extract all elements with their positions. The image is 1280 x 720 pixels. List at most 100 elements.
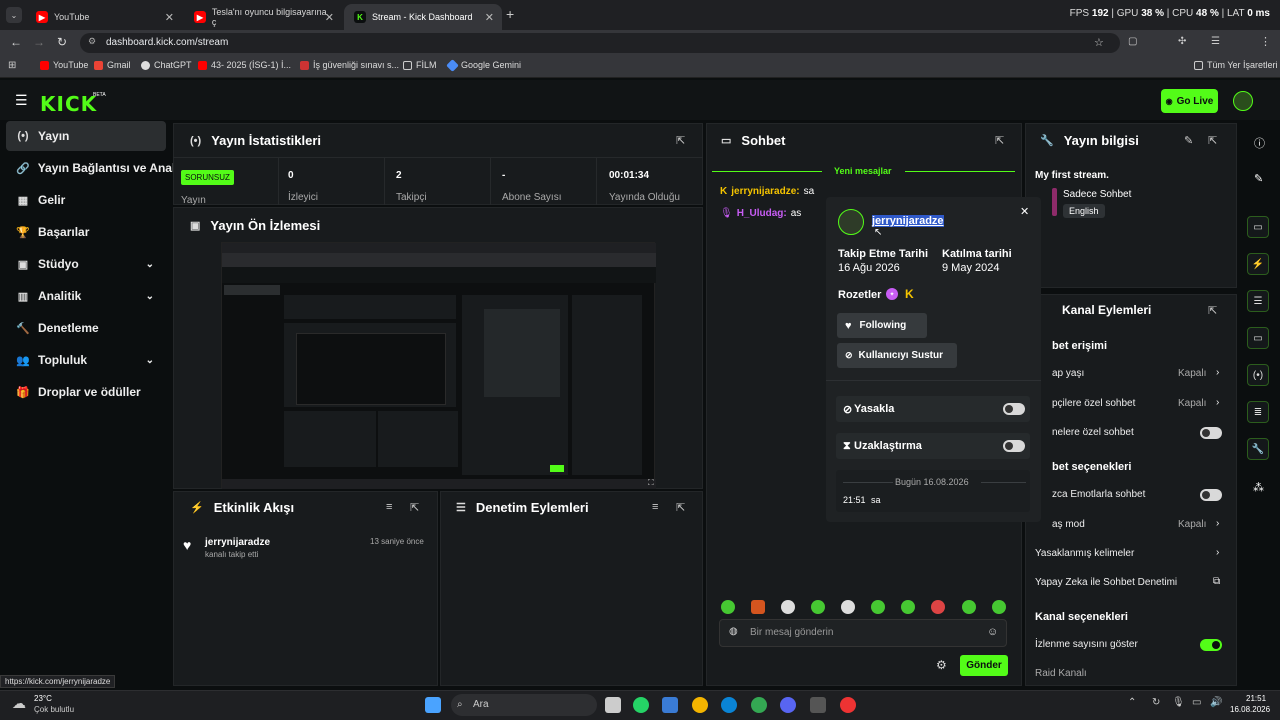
bookmark-youtube[interactable]: YouTube — [40, 60, 88, 70]
layout-icon[interactable]: ▭ — [1247, 216, 1269, 238]
stream-preview-video[interactable] — [221, 242, 656, 489]
timeout-toggle[interactable] — [1003, 440, 1025, 452]
bookmark-is-guvenligi[interactable]: İş güvenliği sınavı s... — [300, 60, 399, 70]
popout-icon[interactable]: ⇱ — [676, 134, 685, 147]
close-icon[interactable]: ✕ — [1020, 205, 1029, 218]
settings-gear-icon[interactable]: ⚙ — [936, 658, 947, 672]
emote-icon[interactable] — [721, 600, 735, 614]
wrench-icon[interactable]: 🔧 — [1247, 438, 1269, 460]
list-icon[interactable]: ☰ — [1247, 290, 1269, 312]
chevron-right-icon[interactable]: › — [1216, 397, 1219, 408]
setting-label[interactable]: ap yaşı — [1052, 368, 1084, 379]
chat-input[interactable]: Bir mesaj gönderin — [719, 619, 1007, 647]
sidebar-item-basarilar[interactable]: 🏆 Başarılar — [6, 217, 166, 247]
chat-username[interactable]: H_Uludag: — [737, 208, 787, 219]
sidebar-item-droplar[interactable]: 🎁 Droplar ve ödüller — [6, 377, 166, 407]
bookmark-chatgpt[interactable]: ChatGPT — [141, 60, 192, 70]
subs-only-toggle[interactable] — [1200, 427, 1222, 439]
chevron-right-icon[interactable]: › — [1216, 547, 1219, 558]
close-icon[interactable]: ✕ — [485, 11, 494, 24]
chat-icon[interactable]: ▭ — [1247, 327, 1269, 349]
edit-icon[interactable]: ✎ — [1184, 134, 1193, 147]
emoji-icon[interactable]: ☺ — [987, 626, 998, 638]
filter-icon[interactable]: ≡ — [652, 501, 658, 513]
new-tab-button[interactable]: + — [506, 6, 514, 22]
chevron-up-icon[interactable]: ⌃ — [1128, 697, 1136, 708]
chrome-icon[interactable] — [692, 697, 708, 713]
sidebar-item-yayin[interactable]: (•) Yayın — [6, 121, 166, 151]
avatar[interactable] — [1233, 91, 1253, 111]
clock-time[interactable]: 21:51 — [1246, 694, 1266, 703]
weather-icon[interactable]: ☁ — [12, 695, 26, 712]
send-button[interactable]: Gönder — [960, 655, 1008, 676]
ban-toggle[interactable] — [1003, 403, 1025, 415]
chat-username[interactable]: jerrynijaradze: — [731, 186, 799, 197]
app-icon[interactable] — [840, 697, 856, 713]
kick-logo[interactable]: KICK — [40, 92, 97, 116]
bookmark-star-icon[interactable]: ☆ — [1094, 36, 1104, 49]
category-text[interactable]: Sadece Sohbet — [1063, 189, 1131, 200]
menu-list-icon[interactable]: ☰ — [1211, 36, 1220, 47]
emote-icon[interactable] — [871, 600, 885, 614]
tab-youtube[interactable]: ▶ YouTube ✕ — [26, 4, 182, 30]
sidebar-item-stream-key[interactable]: 🔗 Yayın Bağlantısı ve Anahtarı — [6, 153, 178, 183]
reload-icon[interactable]: ↻ — [57, 35, 67, 49]
back-icon[interactable]: ← — [10, 35, 22, 49]
pencil-icon[interactable]: ✎ — [1254, 172, 1263, 185]
popout-icon[interactable]: ⇱ — [676, 501, 685, 514]
whatsapp-icon[interactable] — [633, 697, 649, 713]
emote-only-toggle[interactable] — [1200, 489, 1222, 501]
edge-icon[interactable] — [721, 697, 737, 713]
chevron-right-icon[interactable]: › — [1216, 367, 1219, 378]
show-viewers-toggle[interactable] — [1200, 639, 1222, 651]
sidebar-item-analitik[interactable]: ▥ Analitik ⌄ — [6, 281, 166, 311]
clock-date[interactable]: 16.08.2026 — [1230, 705, 1270, 714]
chrome-profile-icon[interactable] — [751, 697, 767, 713]
discord-icon[interactable] — [780, 697, 796, 713]
popout-icon[interactable]: ⇱ — [1208, 304, 1217, 317]
fullscreen-icon[interactable]: ⛶ — [648, 478, 654, 488]
popout-icon[interactable]: ⇱ — [410, 501, 419, 514]
activity-user[interactable]: jerrynijaradze — [205, 537, 270, 548]
emote-icon[interactable] — [811, 600, 825, 614]
sidebar-item-denetleme[interactable]: 🔨 Denetleme — [6, 313, 166, 343]
filter-icon[interactable]: ≡ — [386, 501, 392, 513]
app-icon[interactable] — [810, 697, 826, 713]
sidebar-item-studyo[interactable]: ▣ Stüdyo ⌄ — [6, 249, 166, 279]
file-explorer-icon[interactable] — [662, 697, 678, 713]
broadcast-icon[interactable]: (•) — [1247, 364, 1269, 386]
site-info-icon[interactable]: ⚙ — [88, 36, 96, 47]
puzzle-icon[interactable]: ✣ — [1178, 36, 1186, 47]
apps-icon[interactable]: ⊞ — [8, 60, 16, 71]
mic-icon[interactable]: 🎙 — [1172, 697, 1185, 708]
sync-icon[interactable]: ↻ — [1152, 697, 1160, 708]
lightning-icon[interactable]: ⚡ — [1247, 253, 1269, 275]
windows-start-icon[interactable] — [425, 697, 441, 713]
sidebar-item-topluluk[interactable]: 👥 Topluluk ⌄ — [6, 345, 166, 375]
tab-list-button[interactable]: ⌄ — [6, 7, 22, 23]
new-messages-label[interactable]: Yeni mesajlar — [834, 166, 892, 176]
extension-icon[interactable]: ▢ — [1128, 36, 1137, 47]
emote-icon[interactable] — [992, 600, 1006, 614]
go-live-button[interactable]: ◉ Go Live — [1161, 89, 1218, 113]
popout-icon[interactable]: ⇱ — [1208, 134, 1217, 147]
task-view-icon[interactable] — [605, 697, 621, 713]
emote-icon[interactable] — [751, 600, 765, 614]
url-input[interactable]: dashboard.kick.com/stream — [80, 33, 1120, 53]
emote-icon[interactable] — [781, 600, 795, 614]
taskbar-search[interactable]: ⌕ Ara — [451, 694, 597, 716]
chevron-right-icon[interactable]: › — [1216, 518, 1219, 529]
setting-label[interactable]: Raid Kanalı — [1035, 668, 1087, 679]
bookmark-gmail[interactable]: Gmail — [94, 60, 131, 70]
bookmark-gemini[interactable]: Google Gemini — [446, 58, 521, 72]
user-card-username[interactable]: jerrynijaradze — [872, 215, 944, 227]
close-icon[interactable]: ✕ — [325, 11, 334, 24]
following-button[interactable]: ♥ Following — [837, 313, 927, 338]
tab-kick-dashboard[interactable]: K Stream - Kick Dashboard ✕ — [344, 4, 502, 30]
emote-icon[interactable] — [931, 600, 945, 614]
mute-user-button[interactable]: ⊘ Kullanıcıyı Sustur — [837, 343, 957, 368]
hamburger-menu-icon[interactable]: ☰ — [15, 92, 28, 109]
setting-label[interactable]: Yasaklanmış kelimeler — [1035, 548, 1134, 559]
info-icon[interactable]: ⓘ — [1254, 135, 1265, 151]
stack-icon[interactable]: ≣ — [1247, 401, 1269, 423]
